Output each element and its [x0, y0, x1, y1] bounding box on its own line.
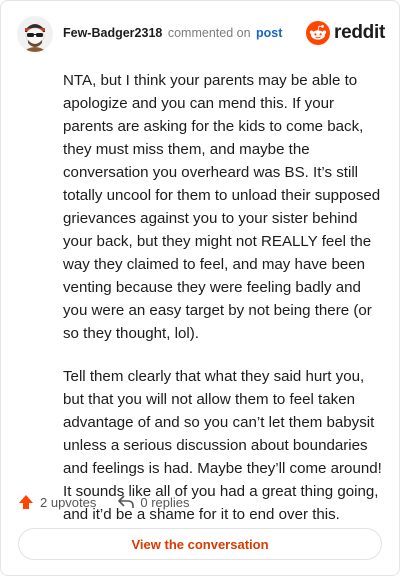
username[interactable]: Few-Badger2318	[63, 26, 162, 40]
comment-meta: Few-Badger2318 commented on post	[63, 26, 282, 40]
post-link[interactable]: post	[256, 26, 282, 40]
replies-button[interactable]: 0 replies	[118, 494, 190, 510]
comment-body: NTA, but I think your parents may be abl…	[63, 69, 385, 546]
reddit-logo[interactable]: reddit	[306, 21, 385, 45]
action-text: commented on	[167, 26, 251, 40]
view-conversation-button[interactable]: View the conversation	[18, 528, 382, 560]
reply-count: 0 replies	[140, 494, 190, 510]
user-avatar[interactable]	[17, 16, 53, 52]
upvote-arrow-icon	[19, 495, 33, 509]
comment-paragraph-1: NTA, but I think your parents may be abl…	[63, 72, 381, 342]
upvote-button[interactable]: 2 upvotes	[18, 494, 96, 510]
comment-footer: 2 upvotes 0 replies	[18, 494, 190, 510]
reddit-snoo-icon	[306, 21, 331, 45]
comment-header: Few-Badger2318 commented on post reddit	[17, 15, 385, 55]
reddit-wordmark: reddit	[334, 22, 385, 43]
reply-arrow-icon	[118, 495, 135, 508]
comment-card: Few-Badger2318 commented on post reddit …	[0, 0, 400, 576]
upvote-count: 2 upvotes	[40, 494, 97, 510]
